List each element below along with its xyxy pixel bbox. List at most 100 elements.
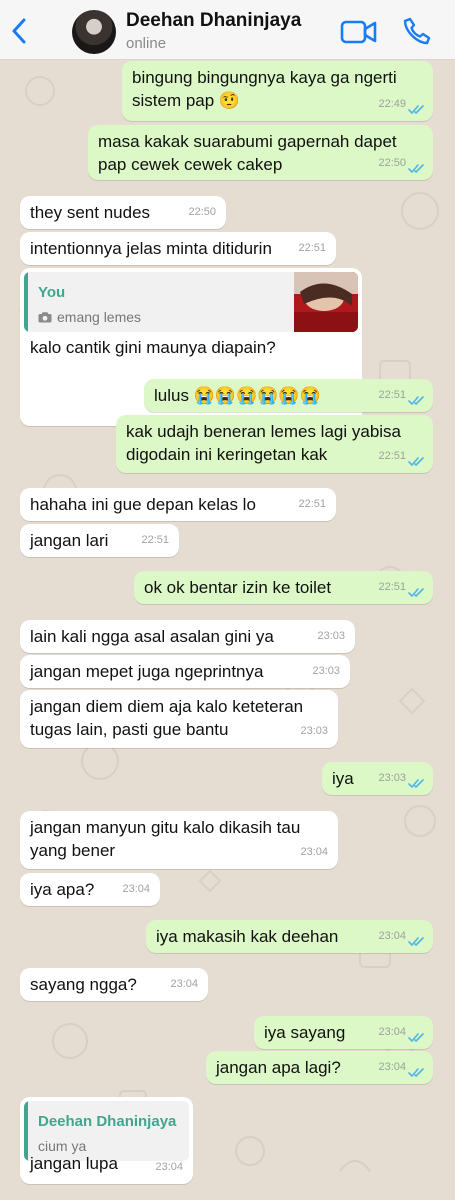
- message-line: tugas lain, pasti gue bantu: [30, 720, 229, 739]
- outgoing-message[interactable]: kak udajh beneran lemes lagi yabisa digod…: [116, 415, 433, 473]
- message-text: sayang ngga?: [30, 973, 137, 996]
- outgoing-message[interactable]: lulus 😭😭😭😭😭😭 22:51: [144, 379, 433, 412]
- message-line: lain kali ngga asal asalan gini ya: [30, 627, 274, 646]
- message-line: kak udajh beneran lemes lagi yabisa: [126, 422, 402, 441]
- quote-author: Deehan Dhaninjaya: [38, 1113, 177, 1130]
- message-line: kalo cantik gini maunya diapain?: [30, 338, 276, 357]
- read-ticks-icon: [408, 105, 424, 114]
- message-text: ok ok bentar izin ke toilet: [144, 576, 331, 599]
- message-text: iya: [332, 767, 354, 790]
- read-ticks-icon: [408, 779, 424, 788]
- message-text: bingung bingungnya kaya ga ngerti sistem …: [132, 66, 397, 112]
- video-camera-icon: [340, 20, 377, 44]
- message-time: 22:50: [378, 157, 406, 169]
- message-time: 22:51: [378, 389, 406, 401]
- message-time: 23:04: [378, 930, 406, 942]
- message-line: iya sayang: [264, 1023, 346, 1042]
- outgoing-message[interactable]: ok ok bentar izin ke toilet 22:51: [134, 571, 433, 604]
- message-time: 23:04: [378, 1026, 406, 1038]
- message-text: jangan mepet juga ngeprintnya: [30, 660, 263, 683]
- message-line: yang bener: [30, 841, 116, 860]
- message-line: lulus 😭😭😭😭😭😭: [154, 386, 321, 405]
- incoming-message[interactable]: they sent nudes 22:50: [20, 196, 226, 229]
- message-line: bingung bingungnya kaya ga ngerti: [132, 68, 397, 87]
- incoming-message[interactable]: sayang ngga? 23:04: [20, 968, 208, 1001]
- read-ticks-icon: [408, 937, 424, 946]
- message-line: intentionnya jelas minta ditidurin: [30, 239, 272, 258]
- quote-text: emang lemes: [38, 306, 141, 329]
- message-time: 23:03: [312, 665, 340, 677]
- video-call-button[interactable]: [340, 18, 378, 46]
- incoming-message[interactable]: jangan manyun gitu kalo dikasih tau yang …: [20, 811, 338, 869]
- incoming-message[interactable]: hahaha ini gue depan kelas lo 22:51: [20, 488, 336, 521]
- outgoing-message[interactable]: iya 23:03: [322, 762, 433, 795]
- camera-icon: [38, 309, 57, 325]
- message-text: jangan manyun gitu kalo dikasih tau yang …: [30, 816, 300, 862]
- incoming-message[interactable]: intentionnya jelas minta ditidurin 22:51: [20, 232, 336, 265]
- quote-accent-bar: [24, 1101, 28, 1161]
- message-line: iya: [332, 769, 354, 788]
- chat-area[interactable]: bingung bingungnya kaya ga ngerti sistem …: [0, 61, 455, 1200]
- message-text: intentionnya jelas minta ditidurin: [30, 237, 272, 260]
- message-text: iya sayang: [264, 1021, 345, 1044]
- message-time: 23:03: [317, 630, 345, 642]
- outgoing-message[interactable]: masa kakak suarabumi gapernah dapet pap c…: [88, 125, 433, 180]
- message-line: jangan manyun gitu kalo dikasih tau: [30, 818, 301, 837]
- message-line: pap cewek cewek cakep: [98, 155, 283, 174]
- message-time: 22:51: [378, 581, 406, 593]
- quote-accent-bar: [24, 272, 28, 332]
- read-ticks-icon: [408, 1068, 424, 1077]
- message-line: jangan lari: [30, 531, 109, 550]
- avatar[interactable]: [72, 10, 116, 54]
- message-text: kak udajh beneran lemes lagi yabisa digod…: [126, 420, 401, 466]
- quote-author: You: [38, 284, 66, 301]
- message-text: they sent nudes: [30, 201, 150, 224]
- quoted-photo-thumbnail[interactable]: [294, 272, 358, 332]
- message-line: hahaha ini gue depan kelas lo: [30, 495, 256, 514]
- incoming-message[interactable]: Deehan Dhaninjaya cium ya jangan lupa 23:04: [20, 1097, 193, 1184]
- outgoing-message[interactable]: jangan apa lagi? 23:04: [206, 1051, 433, 1084]
- incoming-message[interactable]: jangan lari 22:51: [20, 524, 179, 557]
- outgoing-message[interactable]: iya sayang 23:04: [254, 1016, 433, 1049]
- contact-name[interactable]: Deehan Dhaninjaya: [126, 10, 301, 32]
- incoming-message[interactable]: jangan mepet juga ngeprintnya 23:03: [20, 655, 350, 688]
- message-time: 22:51: [378, 450, 406, 462]
- message-text: lulus 😭😭😭😭😭😭: [154, 384, 321, 407]
- message-text: iya makasih kak deehan: [156, 925, 338, 948]
- back-button[interactable]: [8, 16, 30, 46]
- incoming-message[interactable]: jangan diem diem aja kalo keteteran tugas…: [20, 690, 338, 748]
- message-line: iya apa?: [30, 880, 95, 899]
- message-time: 22:51: [141, 534, 169, 546]
- message-line: jangan diem diem aja kalo keteteran: [30, 697, 304, 716]
- read-ticks-icon: [408, 1033, 424, 1042]
- read-ticks-icon: [408, 396, 424, 405]
- message-line: sistem pap 🤨: [132, 91, 241, 110]
- message-line: ok ok bentar izin ke toilet: [144, 578, 332, 597]
- message-line: masa kakak suarabumi gapernah dapet: [98, 132, 397, 151]
- message-time: 22:49: [378, 98, 406, 110]
- outgoing-message[interactable]: iya makasih kak deehan 23:04: [146, 920, 433, 953]
- outgoing-message[interactable]: bingung bingungnya kaya ga ngerti sistem …: [122, 61, 433, 121]
- message-line: jangan mepet juga ngeprintnya: [30, 662, 264, 681]
- message-time: 23:03: [300, 725, 328, 737]
- quote-text-label: emang lemes: [57, 309, 142, 325]
- incoming-message[interactable]: iya apa? 23:04: [20, 873, 160, 906]
- chevron-left-icon: [12, 18, 26, 44]
- message-text: jangan apa lagi?: [216, 1056, 341, 1079]
- message-line: sayang ngga?: [30, 975, 137, 994]
- message-time: 23:04: [155, 1161, 183, 1173]
- message-text: hahaha ini gue depan kelas lo: [30, 493, 256, 516]
- message-time: 23:04: [170, 978, 198, 990]
- message-text: kalo cantik gini maunya diapain?: [30, 336, 276, 359]
- message-time: 23:04: [122, 883, 150, 895]
- read-ticks-icon: [408, 588, 424, 597]
- message-line: iya makasih kak deehan: [156, 927, 339, 946]
- message-time: 23:04: [378, 1061, 406, 1073]
- message-text: masa kakak suarabumi gapernah dapet pap c…: [98, 130, 397, 176]
- message-time: 23:04: [300, 846, 328, 858]
- voice-call-button[interactable]: [402, 16, 432, 46]
- message-text: lain kali ngga asal asalan gini ya: [30, 625, 274, 648]
- quoted-message[interactable]: You emang lemes: [24, 272, 358, 332]
- message-time: 22:51: [298, 498, 326, 510]
- incoming-message[interactable]: lain kali ngga asal asalan gini ya 23:03: [20, 620, 355, 653]
